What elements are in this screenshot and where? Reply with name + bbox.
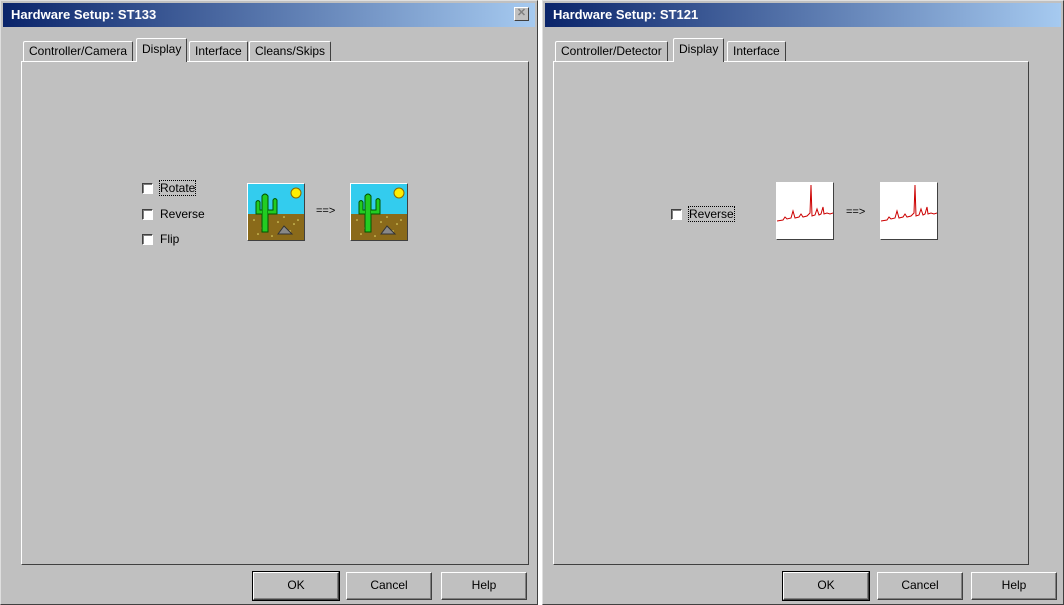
arrow-indicator: ==> xyxy=(316,205,336,217)
flip-label[interactable]: Flip xyxy=(160,232,179,246)
hardware-setup-st121-dialog: Hardware Setup: ST121 Controller/Detecto… xyxy=(542,0,1064,605)
reverse-label[interactable]: Reverse xyxy=(160,207,205,221)
checkbox-box[interactable] xyxy=(142,234,153,245)
display-tab-panel: Reverse ==> xyxy=(553,61,1029,565)
tab-controller-detector[interactable]: Controller/Detector xyxy=(555,41,668,61)
help-button[interactable]: Help xyxy=(441,572,527,600)
result-preview-image xyxy=(880,182,938,240)
close-icon[interactable]: ✕ xyxy=(514,7,529,21)
checkbox-box[interactable] xyxy=(142,183,153,194)
cancel-button[interactable]: Cancel xyxy=(346,572,432,600)
cactus-scene-icon xyxy=(248,184,304,240)
tab-display[interactable]: Display xyxy=(136,38,188,62)
hardware-setup-st133-dialog: Hardware Setup: ST133 ✕ Controller/Camer… xyxy=(0,0,538,605)
help-button[interactable]: Help xyxy=(971,572,1057,600)
tab-interface[interactable]: Interface xyxy=(189,41,248,61)
reverse-label[interactable]: Reverse xyxy=(688,206,735,222)
title-bar[interactable]: Hardware Setup: ST133 ✕ xyxy=(3,3,535,27)
tab-controller-camera[interactable]: Controller/Camera xyxy=(23,41,134,61)
spectrum-plot-icon xyxy=(881,184,937,222)
checkbox-box[interactable] xyxy=(142,209,153,220)
tab-cleans-skips[interactable]: Cleans/Skips xyxy=(249,41,332,61)
ok-button[interactable]: OK xyxy=(252,571,340,601)
original-preview-image xyxy=(776,182,834,240)
cactus-scene-icon xyxy=(351,184,407,240)
window-title: Hardware Setup: ST121 xyxy=(553,7,699,22)
rotate-label[interactable]: Rotate xyxy=(158,180,197,196)
tab-display[interactable]: Display xyxy=(673,38,725,62)
cancel-button[interactable]: Cancel xyxy=(877,572,963,600)
tab-interface[interactable]: Interface xyxy=(727,41,786,61)
result-preview-image xyxy=(350,183,408,241)
checkbox-box[interactable] xyxy=(671,209,682,220)
window-title: Hardware Setup: ST133 xyxy=(11,7,157,22)
display-tab-panel: Rotate Reverse Flip ==> xyxy=(21,61,529,565)
ok-button[interactable]: OK xyxy=(782,571,870,601)
spectrum-plot-icon xyxy=(777,184,833,222)
title-bar[interactable]: Hardware Setup: ST121 xyxy=(545,3,1061,27)
arrow-indicator: ==> xyxy=(846,206,866,218)
original-preview-image xyxy=(247,183,305,241)
